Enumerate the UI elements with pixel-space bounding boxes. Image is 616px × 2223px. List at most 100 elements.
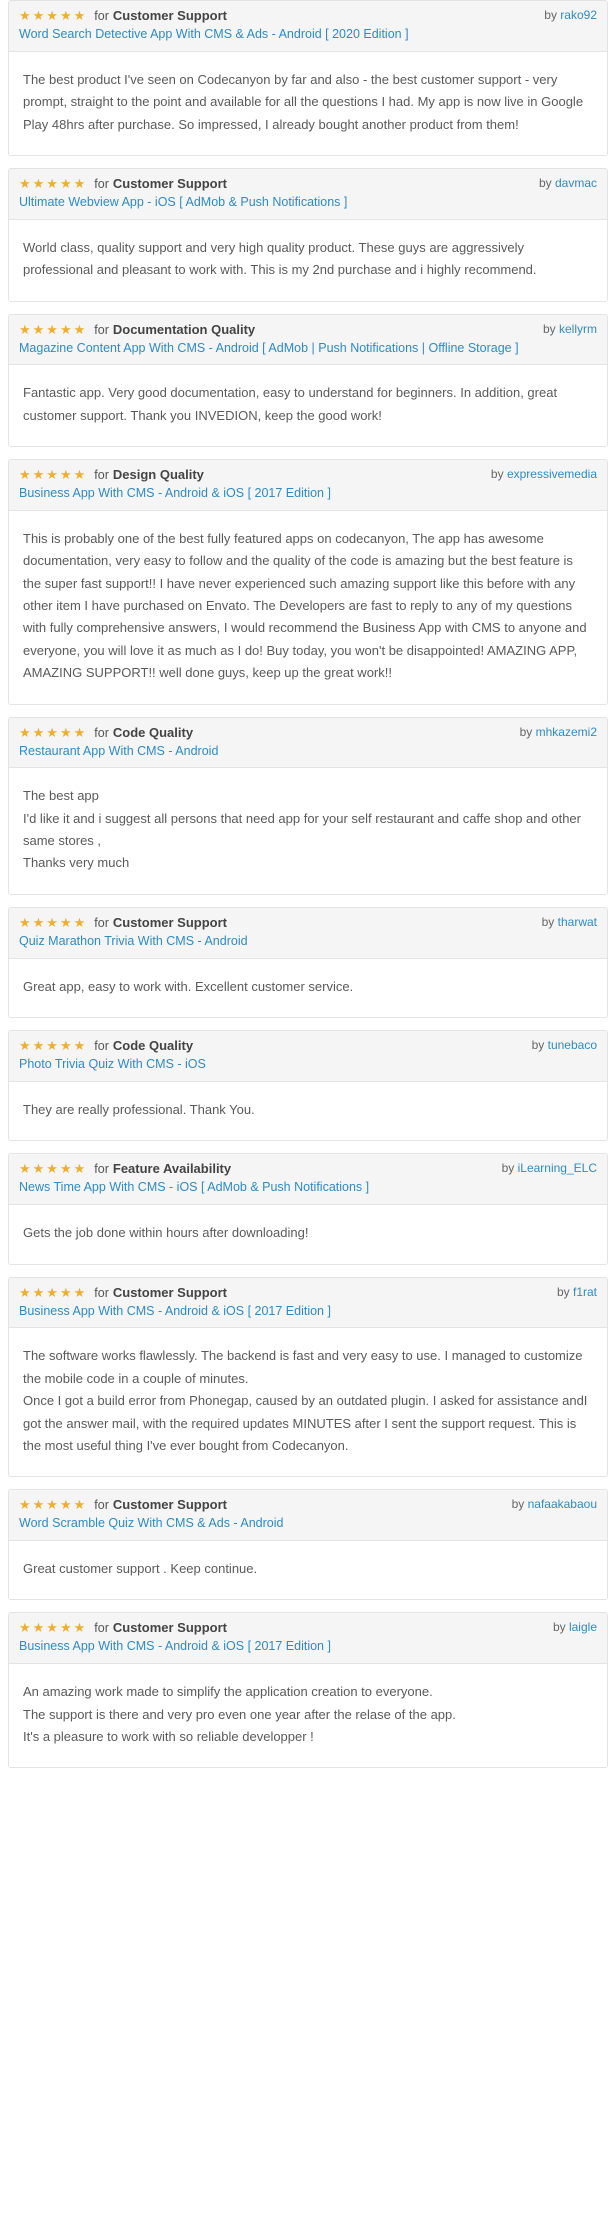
review-author-link[interactable]: tunebaco [548, 1038, 597, 1052]
review-author-link[interactable]: iLearning_ELC [518, 1161, 597, 1175]
review-item-link[interactable]: Business App With CMS - Android & iOS [ … [19, 1638, 597, 1655]
review-byline: by laigle [553, 1620, 597, 1634]
for-label: for [94, 1286, 109, 1300]
review-criteria: Documentation Quality [113, 322, 255, 337]
review-text: Fantastic app. Very good documentation, … [23, 382, 593, 427]
review-item-link[interactable]: Word Scramble Quiz With CMS & Ads - Andr… [19, 1515, 597, 1532]
review-criteria: Customer Support [113, 1285, 227, 1300]
review-header-top: ★★★★★ for Customer Support [19, 1497, 597, 1512]
review-header: ★★★★★ for Code Quality by tunebaco Photo… [9, 1031, 607, 1082]
review-byline: by rako92 [544, 8, 597, 22]
star-rating-icon: ★★★★★ [19, 726, 87, 739]
review-header: ★★★★★ for Code Quality by mhkazemi2 Rest… [9, 718, 607, 769]
review-author-link[interactable]: nafaakabaou [528, 1497, 597, 1511]
review-body: The best product I've seen on Codecanyon… [9, 52, 607, 155]
review-item-link[interactable]: Business App With CMS - Android & iOS [ … [19, 1303, 597, 1320]
review-body: Great customer support . Keep continue. [9, 1541, 607, 1599]
for-label: for [94, 1621, 109, 1635]
review-text: World class, quality support and very hi… [23, 237, 593, 282]
review-card: ★★★★★ for Customer Support by nafaakabao… [8, 1489, 608, 1600]
for-label: for [94, 916, 109, 930]
review-criteria: Customer Support [113, 1620, 227, 1635]
review-card: ★★★★★ for Customer Support by f1rat Busi… [8, 1277, 608, 1478]
review-text: Gets the job done within hours after dow… [23, 1222, 593, 1244]
review-author-link[interactable]: laigle [569, 1620, 597, 1634]
for-label: for [94, 1498, 109, 1512]
star-rating-icon: ★★★★★ [19, 1286, 87, 1299]
review-criteria: Feature Availability [113, 1161, 231, 1176]
review-body: World class, quality support and very hi… [9, 220, 607, 301]
review-byline: by kellyrm [543, 322, 597, 336]
review-author-link[interactable]: mhkazemi2 [536, 725, 597, 739]
review-item-link[interactable]: Photo Trivia Quiz With CMS - iOS [19, 1056, 597, 1073]
review-text: The best app I'd like it and i suggest a… [23, 785, 593, 874]
review-card: ★★★★★ for Code Quality by mhkazemi2 Rest… [8, 717, 608, 895]
review-item-link[interactable]: Business App With CMS - Android & iOS [ … [19, 485, 597, 502]
review-criteria: Customer Support [113, 1497, 227, 1512]
review-header: ★★★★★ for Documentation Quality by kelly… [9, 315, 607, 366]
review-author-link[interactable]: davmac [555, 176, 597, 190]
review-criteria: Customer Support [113, 915, 227, 930]
review-byline: by nafaakabaou [512, 1497, 597, 1511]
review-author-link[interactable]: f1rat [573, 1285, 597, 1299]
for-label: for [94, 177, 109, 191]
review-byline: by tunebaco [532, 1038, 597, 1052]
for-label: for [94, 726, 109, 740]
by-label: by [544, 8, 557, 22]
review-author-link[interactable]: tharwat [558, 915, 597, 929]
review-text: This is probably one of the best fully f… [23, 528, 593, 685]
review-text: They are really professional. Thank You. [23, 1099, 593, 1121]
review-body: Fantastic app. Very good documentation, … [9, 365, 607, 446]
review-item-link[interactable]: Word Search Detective App With CMS & Ads… [19, 26, 597, 43]
reviews-list: ★★★★★ for Customer Support by rako92 Wor… [0, 0, 616, 1768]
review-author-link[interactable]: kellyrm [559, 322, 597, 336]
review-card: ★★★★★ for Code Quality by tunebaco Photo… [8, 1030, 608, 1141]
review-header-top: ★★★★★ for Code Quality [19, 725, 597, 740]
by-label: by [543, 322, 556, 336]
review-body: Gets the job done within hours after dow… [9, 1205, 607, 1263]
review-author-link[interactable]: rako92 [560, 8, 597, 22]
review-header: ★★★★★ for Customer Support by rako92 Wor… [9, 1, 607, 52]
star-rating-icon: ★★★★★ [19, 1621, 87, 1634]
review-criteria: Customer Support [113, 8, 227, 23]
review-criteria: Design Quality [113, 467, 204, 482]
review-criteria: Code Quality [113, 1038, 193, 1053]
review-header: ★★★★★ for Feature Availability by iLearn… [9, 1154, 607, 1205]
review-byline: by iLearning_ELC [502, 1161, 597, 1175]
review-item-link[interactable]: Ultimate Webview App - iOS [ AdMob & Pus… [19, 194, 597, 211]
for-label: for [94, 468, 109, 482]
review-author-link[interactable]: expressivemedia [507, 467, 597, 481]
by-label: by [557, 1285, 570, 1299]
star-rating-icon: ★★★★★ [19, 177, 87, 190]
review-text: Great app, easy to work with. Excellent … [23, 976, 593, 998]
for-label: for [94, 323, 109, 337]
review-card: ★★★★★ for Customer Support by tharwat Qu… [8, 907, 608, 1018]
review-item-link[interactable]: Magazine Content App With CMS - Android … [19, 340, 597, 357]
review-card: ★★★★★ for Customer Support by davmac Ult… [8, 168, 608, 302]
review-body: This is probably one of the best fully f… [9, 511, 607, 704]
review-item-link[interactable]: Restaurant App With CMS - Android [19, 743, 597, 760]
review-item-link[interactable]: News Time App With CMS - iOS [ AdMob & P… [19, 1179, 597, 1196]
review-header: ★★★★★ for Customer Support by tharwat Qu… [9, 908, 607, 959]
by-label: by [532, 1038, 545, 1052]
by-label: by [502, 1161, 515, 1175]
for-label: for [94, 9, 109, 23]
star-rating-icon: ★★★★★ [19, 468, 87, 481]
review-text: An amazing work made to simplify the app… [23, 1681, 593, 1748]
review-card: ★★★★★ for Customer Support by laigle Bus… [8, 1612, 608, 1768]
review-header-top: ★★★★★ for Customer Support [19, 176, 597, 191]
review-text: The best product I've seen on Codecanyon… [23, 69, 593, 136]
review-card: ★★★★★ for Customer Support by rako92 Wor… [8, 0, 608, 156]
review-body: Great app, easy to work with. Excellent … [9, 959, 607, 1017]
by-label: by [520, 725, 533, 739]
review-header-top: ★★★★★ for Customer Support [19, 1620, 597, 1635]
review-item-link[interactable]: Quiz Marathon Trivia With CMS - Android [19, 933, 597, 950]
review-byline: by davmac [539, 176, 597, 190]
by-label: by [539, 176, 552, 190]
by-label: by [512, 1497, 525, 1511]
review-body: An amazing work made to simplify the app… [9, 1664, 607, 1767]
review-header: ★★★★★ for Design Quality by expressiveme… [9, 460, 607, 511]
review-text: The software works flawlessly. The backe… [23, 1345, 593, 1457]
review-criteria: Customer Support [113, 176, 227, 191]
for-label: for [94, 1162, 109, 1176]
